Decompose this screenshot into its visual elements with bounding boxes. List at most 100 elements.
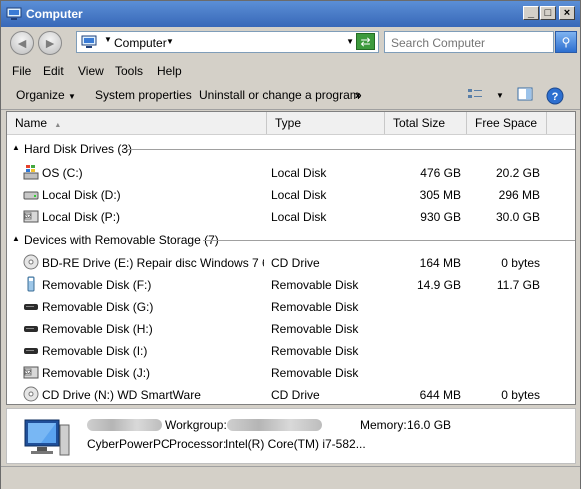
breadcrumb-separator-icon[interactable]: ▼ <box>104 35 112 44</box>
search-input[interactable] <box>389 35 553 51</box>
drive-name: Removable Disk (H:) <box>42 322 153 336</box>
menu-tools[interactable]: Tools <box>115 64 143 78</box>
status-bar <box>1 466 580 489</box>
back-button[interactable]: ◄ <box>10 31 34 55</box>
organize-button[interactable]: Organize ▼ <box>16 88 76 102</box>
list-item[interactable]: Removable Disk (I:) Removable Disk <box>7 340 575 360</box>
hard-drive-32-icon: 32 <box>23 210 39 223</box>
list-item[interactable]: Removable Disk (G:) Removable Disk <box>7 296 575 316</box>
menu-edit[interactable]: Edit <box>43 64 64 78</box>
optical-disc-icon <box>23 254 39 270</box>
computer-icon <box>24 419 70 456</box>
group-hard-disk-drives[interactable]: ▲ Hard Disk Drives (3) <box>7 140 575 158</box>
window-title: Computer <box>26 7 83 21</box>
list-item[interactable]: OS (C:) Local Disk 476 GB 20.2 GB <box>7 162 575 182</box>
svg-text:32: 32 <box>25 370 31 376</box>
drive-free-space: 0 bytes <box>501 256 540 270</box>
group-label: Hard Disk Drives (3) <box>24 142 133 156</box>
drive-name: BD-RE Drive (E:) Repair disc Windows 7 6… <box>42 256 264 270</box>
drive-free-space: 0 bytes <box>501 388 540 402</box>
drive-name: Removable Disk (J:) <box>42 366 151 380</box>
usb-drive-icon <box>27 276 35 292</box>
drive-name: Local Disk (D:) <box>42 188 121 202</box>
drive-free-space: 11.7 GB <box>496 278 540 292</box>
menu-file[interactable]: File <box>12 64 31 78</box>
group-label: Devices with Removable Storage (7) <box>24 233 219 247</box>
drive-name: CD Drive (N:) WD SmartWare <box>42 388 201 402</box>
chevron-down-icon[interactable]: ▼ <box>491 87 509 105</box>
search-button[interactable]: ⚲ <box>555 31 577 53</box>
card-reader-icon <box>24 304 38 310</box>
minimize-button[interactable]: _ <box>523 6 539 20</box>
address-bar[interactable]: ▼ Computer ▼ ▼ <box>76 31 379 53</box>
menu-help[interactable]: Help <box>157 64 182 78</box>
column-free-space[interactable]: Free Space <box>467 112 547 134</box>
column-header: Name ▲ Type Total Size Free Space <box>7 112 575 135</box>
sort-up-icon: ▲ <box>54 122 62 129</box>
maximize-button[interactable]: □ <box>540 6 556 20</box>
search-icon: ⚲ <box>561 35 571 49</box>
details-pane: Workgroup: Memory: 16.0 GB CyberPowerPC … <box>6 408 576 464</box>
memory-label: Memory: <box>360 418 407 432</box>
list-item[interactable]: Removable Disk (H:) Removable Disk <box>7 318 575 338</box>
drive-type: CD Drive <box>271 256 320 270</box>
breadcrumb-computer[interactable]: Computer <box>114 36 167 50</box>
search-box[interactable] <box>384 31 554 53</box>
drive-name: Removable Disk (G:) <box>42 300 154 314</box>
explorer-window: Computer _ □ × ◄ ► ▼ Computer ▼ ▼ ⇄ ⚲ Fi… <box>0 0 581 489</box>
list-item[interactable]: Local Disk (D:) Local Disk 305 MB 296 MB <box>7 184 575 204</box>
menu-bar: File Edit View Tools Help <box>1 61 580 82</box>
view-options-icon[interactable] <box>466 87 484 105</box>
collapse-arrow-icon[interactable]: ▲ <box>12 234 20 243</box>
menu-view[interactable]: View <box>78 64 104 78</box>
drive-type: Removable Disk <box>271 278 359 292</box>
system-properties-button[interactable]: System properties <box>95 88 192 102</box>
title-bar[interactable]: Computer _ □ × <box>1 1 580 27</box>
address-toolbar: ◄ ► ▼ Computer ▼ ▼ ⇄ ⚲ <box>1 27 580 60</box>
drive-total-size: 930 GB <box>420 210 461 224</box>
list-item[interactable]: CD Drive (N:) WD SmartWare CD Drive 644 … <box>7 384 575 404</box>
drive-type: Removable Disk <box>271 344 359 358</box>
command-bar: Organize ▼ System properties Uninstall o… <box>1 83 580 110</box>
column-total-size[interactable]: Total Size <box>385 112 467 134</box>
back-arrow-icon: ◄ <box>15 35 29 51</box>
refresh-button[interactable]: ⇄ <box>356 33 375 50</box>
hard-drive-icon <box>23 191 39 200</box>
uninstall-program-button[interactable]: Uninstall or change a program <box>199 88 360 102</box>
drive-type: Removable Disk <box>271 366 359 380</box>
redacted-workgroup <box>227 419 322 431</box>
card-reader-icon <box>24 348 38 354</box>
drive-free-space: 296 MB <box>498 188 540 202</box>
more-commands-button[interactable]: » <box>355 88 362 102</box>
drive-type: Local Disk <box>271 210 327 224</box>
forward-arrow-icon: ► <box>43 35 57 51</box>
file-list-pane[interactable]: Name ▲ Type Total Size Free Space ▲ Hard… <box>6 111 576 405</box>
column-name[interactable]: Name ▲ <box>7 112 267 134</box>
drive-total-size: 476 GB <box>420 166 461 180</box>
column-type[interactable]: Type <box>267 112 385 134</box>
list-item[interactable]: 32 Local Disk (P:) Local Disk 930 GB 30.… <box>7 206 575 226</box>
list-item[interactable]: 32 Removable Disk (J:) Removable Disk <box>7 362 575 382</box>
list-item[interactable]: BD-RE Drive (E:) Repair disc Windows 7 6… <box>7 252 575 272</box>
computer-icon <box>81 35 97 48</box>
address-history-dropdown[interactable]: ▼ <box>346 37 354 46</box>
processor-value: Intel(R) Core(TM) i7-582... <box>225 437 366 451</box>
group-removable-storage[interactable]: ▲ Devices with Removable Storage (7) <box>7 231 575 249</box>
drive-type: Removable Disk <box>271 322 359 336</box>
collapse-arrow-icon[interactable]: ▲ <box>12 143 20 152</box>
chevron-down-icon[interactable]: ▼ <box>166 37 174 46</box>
drive-name: Local Disk (P:) <box>42 210 121 224</box>
workgroup-label: Workgroup: <box>165 418 227 432</box>
drive-type: Removable Disk <box>271 300 359 314</box>
wd-drive-icon <box>23 386 39 402</box>
processor-label: Processor: <box>169 437 227 451</box>
forward-button[interactable]: ► <box>38 31 62 55</box>
drive-type: CD Drive <box>271 388 320 402</box>
list-item[interactable]: Removable Disk (F:) Removable Disk 14.9 … <box>7 274 575 294</box>
drive-type: Local Disk <box>271 166 327 180</box>
close-button[interactable]: × <box>559 6 575 20</box>
group-divider <box>203 240 575 241</box>
preview-pane-icon[interactable] <box>516 87 534 105</box>
help-icon[interactable]: ? <box>546 87 564 105</box>
drive-name: Removable Disk (F:) <box>42 278 152 292</box>
